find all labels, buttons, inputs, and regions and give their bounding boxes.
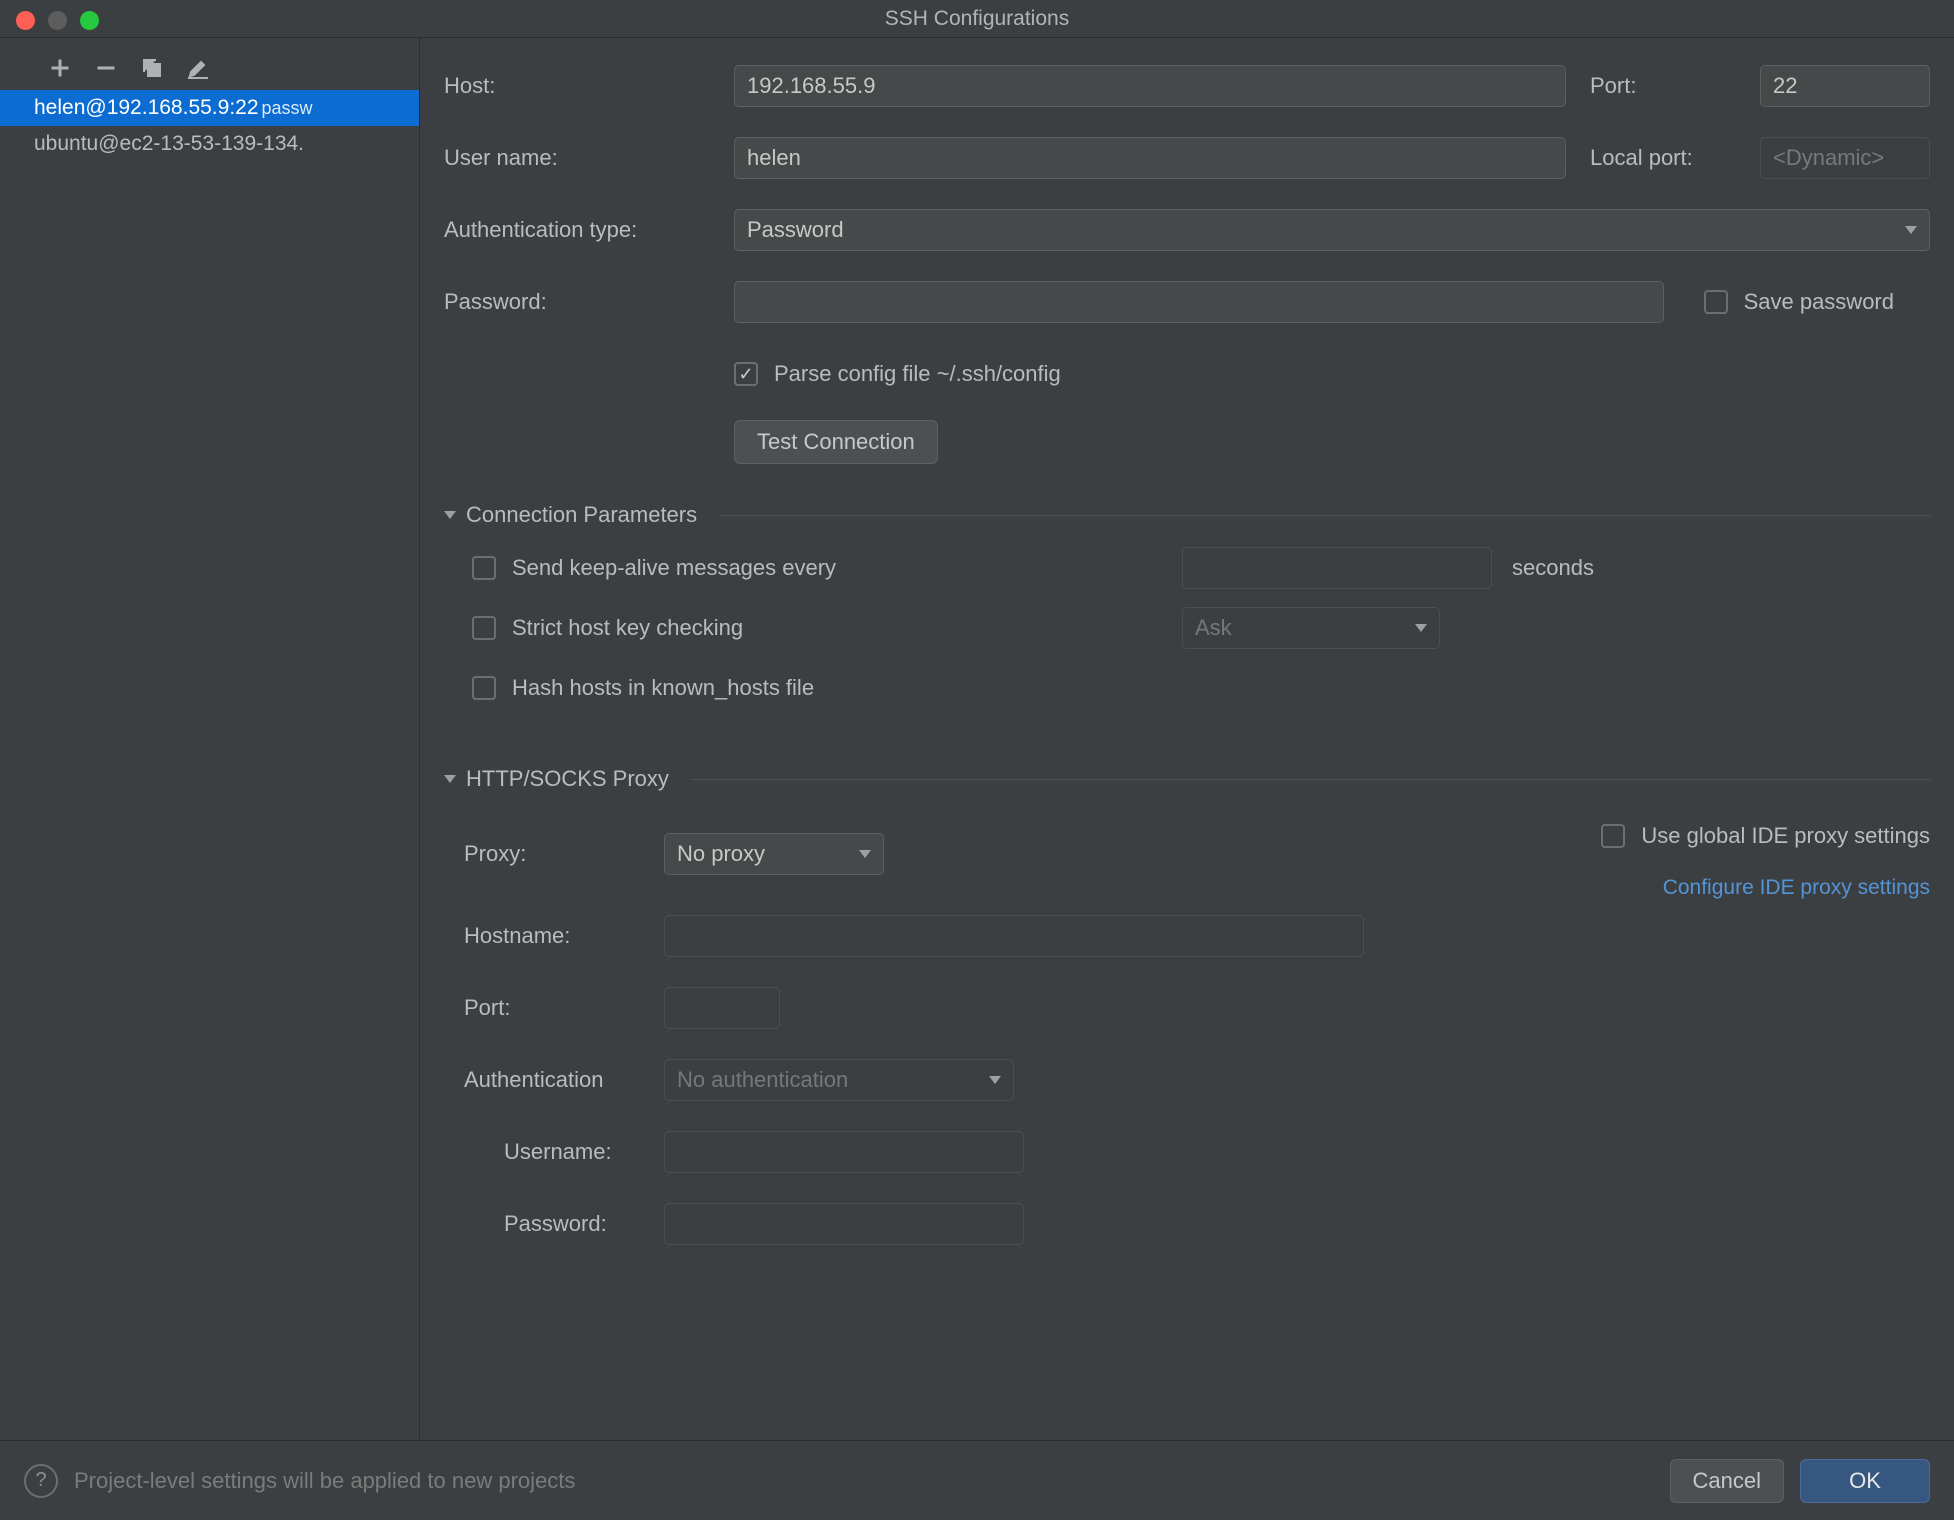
section-title: Connection Parameters [466, 502, 697, 528]
chevron-down-icon [444, 775, 456, 783]
keepalive-label: Send keep-alive messages every [512, 555, 1182, 581]
section-proxy[interactable]: HTTP/SOCKS Proxy [444, 766, 1930, 792]
chevron-down-icon [859, 850, 871, 858]
minimize-icon[interactable] [48, 11, 67, 30]
footer: ? Project-level settings will be applied… [0, 1440, 1954, 1520]
chevron-down-icon [1905, 226, 1917, 234]
window-title: SSH Configurations [0, 7, 1954, 31]
keepalive-input[interactable] [1182, 547, 1492, 589]
copy-icon[interactable] [140, 56, 164, 80]
proxy-password-input[interactable] [664, 1203, 1024, 1245]
proxy-hostname-input[interactable] [664, 915, 1364, 957]
save-password-checkbox[interactable] [1704, 290, 1728, 314]
password-label: Password: [444, 289, 734, 315]
username-label: User name: [444, 145, 734, 171]
stricthost-value: Ask [1195, 615, 1232, 641]
chevron-down-icon [444, 511, 456, 519]
sidebar-toolbar [0, 38, 419, 90]
add-icon[interactable] [48, 56, 72, 80]
window-controls [16, 11, 99, 30]
chevron-down-icon [989, 1076, 1001, 1084]
list-item-label: helen@192.168.55.9:22 [34, 96, 259, 119]
host-input[interactable] [734, 65, 1566, 107]
proxy-auth-value: No authentication [677, 1067, 848, 1093]
ok-button[interactable]: OK [1800, 1459, 1930, 1503]
proxy-type-select[interactable]: No proxy [664, 833, 884, 875]
help-icon[interactable]: ? [24, 1464, 58, 1498]
list-item[interactable]: helen@192.168.55.9:22passw [0, 90, 419, 126]
password-input[interactable] [734, 281, 1664, 323]
chevron-down-icon [1415, 624, 1427, 632]
keepalive-checkbox[interactable] [472, 556, 496, 580]
proxy-auth-select[interactable]: No authentication [664, 1059, 1014, 1101]
remove-icon[interactable] [94, 56, 118, 80]
sidebar: helen@192.168.55.9:22passw ubuntu@ec2-13… [0, 38, 420, 1440]
hashhosts-label: Hash hosts in known_hosts file [512, 675, 814, 701]
hashhosts-checkbox[interactable] [472, 676, 496, 700]
section-connection-params[interactable]: Connection Parameters [444, 502, 1930, 528]
use-global-proxy-checkbox[interactable] [1601, 824, 1625, 848]
proxy-username-label: Username: [504, 1139, 664, 1165]
cancel-button[interactable]: Cancel [1670, 1459, 1784, 1503]
proxy-hostname-label: Hostname: [464, 923, 664, 949]
section-title: HTTP/SOCKS Proxy [466, 766, 669, 792]
content-panel: Host: Port: User name: Local port: Authe… [420, 38, 1954, 1440]
titlebar: SSH Configurations [0, 0, 1954, 38]
proxy-type-value: No proxy [677, 841, 765, 867]
host-label: Host: [444, 73, 734, 99]
test-connection-button[interactable]: Test Connection [734, 420, 938, 464]
authtype-label: Authentication type: [444, 217, 734, 243]
proxy-type-label: Proxy: [464, 841, 664, 867]
footer-text: Project-level settings will be applied t… [74, 1468, 575, 1494]
list-item-suffix: passw [262, 98, 313, 118]
port-label: Port: [1590, 73, 1760, 99]
proxy-port-input[interactable] [664, 987, 780, 1029]
stricthost-label: Strict host key checking [512, 615, 1182, 641]
parse-config-checkbox[interactable] [734, 362, 758, 386]
stricthost-select[interactable]: Ask [1182, 607, 1440, 649]
config-list: helen@192.168.55.9:22passw ubuntu@ec2-13… [0, 90, 419, 1440]
authtype-select[interactable]: Password [734, 209, 1930, 251]
configure-proxy-link[interactable]: Configure IDE proxy settings [1663, 876, 1930, 899]
edit-icon[interactable] [186, 56, 210, 80]
localport-label: Local port: [1590, 145, 1760, 171]
list-item-label: ubuntu@ec2-13-53-139-134. [34, 132, 304, 155]
username-input[interactable] [734, 137, 1566, 179]
close-icon[interactable] [16, 11, 35, 30]
proxy-username-input[interactable] [664, 1131, 1024, 1173]
parse-config-label: Parse config file ~/.ssh/config [774, 361, 1061, 387]
proxy-password-label: Password: [504, 1211, 664, 1237]
stricthost-checkbox[interactable] [472, 616, 496, 640]
port-input[interactable] [1760, 65, 1930, 107]
use-global-proxy-label: Use global IDE proxy settings [1641, 823, 1930, 849]
list-item[interactable]: ubuntu@ec2-13-53-139-134. [0, 126, 419, 162]
authtype-value: Password [747, 217, 844, 243]
proxy-port-label: Port: [464, 995, 664, 1021]
zoom-icon[interactable] [80, 11, 99, 30]
localport-input[interactable] [1760, 137, 1930, 179]
proxy-auth-label: Authentication [464, 1067, 664, 1093]
save-password-label: Save password [1744, 289, 1894, 315]
keepalive-suffix: seconds [1512, 555, 1594, 581]
